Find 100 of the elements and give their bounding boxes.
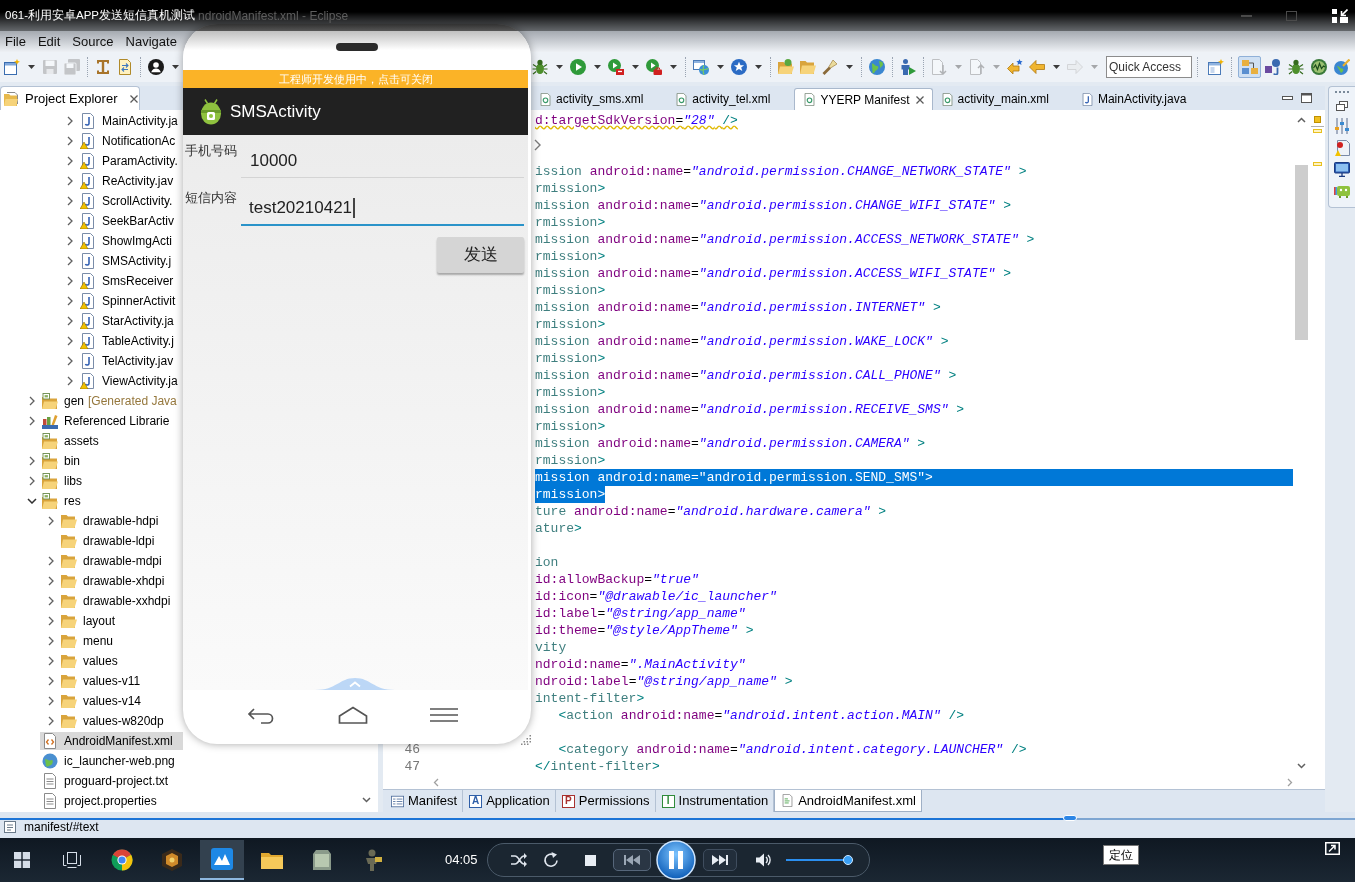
volume-thumb[interactable] [842, 855, 853, 865]
chevron-down-icon[interactable] [361, 797, 371, 803]
user-circle-icon[interactable] [148, 59, 164, 75]
tree-item[interactable]: libs [40, 472, 183, 490]
chevron-right-icon[interactable] [29, 416, 35, 426]
star-circle-icon[interactable] [731, 59, 747, 75]
chevron-right-icon[interactable] [67, 156, 73, 166]
chevron-right-icon[interactable] [48, 696, 54, 706]
tree-item[interactable]: ReActivity.jav [78, 172, 183, 190]
tree-item[interactable]: values-w820dp [59, 712, 183, 730]
tree-item[interactable]: drawable-xhdpi [59, 572, 183, 590]
tree-item[interactable]: gen [Generated Java [40, 392, 183, 410]
editor-tab[interactable]: activity_sms.xml [531, 88, 668, 110]
chevron-right-icon[interactable] [48, 516, 54, 526]
menubar-item[interactable]: Navigate [125, 31, 177, 52]
chevron-right-icon[interactable] [48, 656, 54, 666]
chevron-right-icon[interactable] [67, 196, 73, 206]
tree-item[interactable]: project.properties [40, 792, 183, 810]
tree-item[interactable]: AndroidManifest.xml [40, 732, 183, 750]
chevron-right-icon[interactable] [48, 576, 54, 586]
chevron-down-icon[interactable] [27, 498, 37, 504]
chevron-right-icon[interactable] [67, 116, 73, 126]
bug-icon[interactable] [532, 59, 548, 75]
caret-down-icon[interactable] [593, 65, 601, 69]
editor-tab[interactable]: YYERP Manifest [794, 88, 933, 110]
chevron-left-icon[interactable] [433, 777, 439, 787]
caret-down-icon[interactable] [555, 65, 563, 69]
editor-tab[interactable]: activity_tel.xml [667, 88, 795, 110]
chevron-right-icon[interactable] [48, 556, 54, 566]
chevron-right-icon[interactable] [67, 176, 73, 186]
tree-item[interactable]: ParamActivity. [78, 152, 183, 170]
seek-thumb[interactable] [1063, 815, 1078, 821]
send-button[interactable]: 发送 [437, 237, 524, 273]
tree-item[interactable]: ViewActivity.ja [78, 372, 183, 390]
tree-item[interactable]: assets [40, 432, 183, 450]
chevron-right-icon[interactable] [67, 136, 73, 146]
maximize-icon[interactable] [1301, 93, 1312, 103]
window-plus-icon[interactable] [1208, 59, 1224, 75]
caret-down-icon[interactable] [845, 65, 853, 69]
text-field[interactable]: 10000 [241, 135, 524, 178]
chevron-right-icon[interactable] [534, 139, 541, 151]
panel-tab[interactable]: Project Explorer [0, 86, 140, 110]
menu-icon[interactable] [430, 708, 458, 722]
tree-item[interactable]: values-v11 [59, 672, 183, 690]
minimize-icon[interactable] [1282, 96, 1293, 100]
chevron-right-icon[interactable] [67, 376, 73, 386]
chevron-right-icon[interactable] [67, 296, 73, 306]
chevron-right-icon[interactable] [1287, 777, 1293, 787]
restore-icon[interactable] [1336, 101, 1348, 111]
tree-item[interactable]: layout [59, 612, 183, 630]
menubar-item[interactable]: File [5, 31, 26, 52]
circular-arrow-icon[interactable] [542, 852, 559, 868]
tree-item[interactable]: Referenced Librarie [40, 412, 183, 430]
chevron-right-icon[interactable] [29, 396, 35, 406]
play-toolbox-icon[interactable] [608, 59, 624, 75]
previous-button[interactable] [612, 849, 651, 871]
caret-down-icon[interactable] [1052, 65, 1060, 69]
i-beam-icon[interactable] [95, 59, 111, 75]
chevron-right-icon[interactable] [67, 236, 73, 246]
tree-item[interactable]: drawable-mdpi [59, 552, 183, 570]
caret-down-icon[interactable] [631, 65, 639, 69]
tree-item[interactable]: res [40, 492, 183, 510]
chevron-down-icon[interactable] [1297, 763, 1306, 769]
tree-item[interactable]: TelActivity.jav [78, 352, 183, 370]
figure-play-icon[interactable] [900, 59, 916, 75]
flashlight-icon[interactable] [822, 59, 838, 75]
chevron-right-icon[interactable] [48, 676, 54, 686]
seek-bar[interactable] [0, 815, 1355, 821]
chevron-right-icon[interactable] [48, 636, 54, 646]
arrow-box-icon[interactable] [1325, 842, 1340, 855]
tree-item[interactable]: proguard-project.txt [40, 772, 183, 790]
taskbar-button[interactable] [200, 840, 244, 880]
tree-item[interactable]: ScrollActivity. [78, 192, 183, 210]
caret-down-icon[interactable] [669, 65, 677, 69]
globe-icon[interactable] [869, 59, 885, 75]
window-globe-icon[interactable] [693, 59, 709, 75]
tree-item[interactable]: bin [40, 452, 183, 470]
editor-page-tab[interactable]: AndroidManifest.xml [774, 790, 922, 812]
robot-icon[interactable] [1334, 184, 1350, 198]
home-icon[interactable] [338, 706, 368, 724]
chevron-right-icon[interactable] [29, 456, 35, 466]
tree-item[interactable]: SeekBarActiv [78, 212, 183, 230]
tree-item[interactable]: ic_launcher-web.png [40, 752, 183, 770]
scrollbar-thumb[interactable] [1295, 165, 1308, 340]
monitor-icon[interactable] [1334, 162, 1350, 177]
crossing-arrows-icon[interactable] [510, 853, 527, 867]
chevron-right-icon[interactable] [67, 316, 73, 326]
editor-tab[interactable]: MainActivity.java [1072, 88, 1211, 110]
menubar-item[interactable]: Source [72, 31, 114, 52]
tree-item[interactable]: values-v14 [59, 692, 183, 710]
play-toolbox-icon[interactable] [646, 59, 662, 75]
sliders-icon[interactable] [1334, 118, 1350, 134]
pause-icon[interactable] [655, 840, 696, 880]
exit-fullscreen-icon[interactable] [1332, 8, 1348, 23]
tree-item[interactable]: SmsReceiver [78, 272, 183, 290]
chevron-right-icon[interactable] [48, 616, 54, 626]
editor-tab[interactable]: activity_main.xml [932, 88, 1073, 110]
menubar-item[interactable]: Edit [37, 31, 61, 52]
caret-down-icon[interactable] [27, 65, 35, 69]
text-field[interactable]: test20210421 [241, 182, 524, 226]
